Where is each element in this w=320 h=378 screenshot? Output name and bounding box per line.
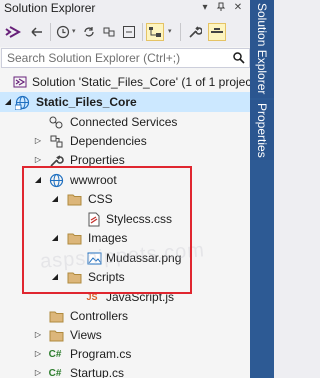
- vs-switch-views-icon[interactable]: [4, 23, 22, 41]
- show-all-files-icon[interactable]: [146, 23, 164, 41]
- expand-arrow-icon[interactable]: ◢: [3, 97, 13, 107]
- tree-row-startup-cs[interactable]: ▷ C# Startup.cs: [0, 363, 250, 378]
- back-arrow-icon[interactable]: [28, 23, 46, 41]
- folder-icon: [48, 308, 64, 324]
- tree-item-label: Properties: [70, 153, 125, 167]
- search-icon[interactable]: [233, 52, 245, 67]
- collapse-arrow-icon[interactable]: ▷: [33, 155, 43, 165]
- side-tab-strip: Solution Explorer Properties: [250, 0, 274, 378]
- wwwroot-highlight-box: [22, 166, 192, 294]
- toolbar: ▾ ▾: [0, 17, 250, 47]
- solution-tree: Solution 'Static_Files_Core' (1 of 1 pro…: [0, 70, 250, 378]
- csharp-file-icon: C#: [48, 348, 62, 360]
- connected-services-icon: [48, 114, 64, 130]
- collapse-arrow-icon[interactable]: ▷: [33, 349, 43, 359]
- properties-wrench-icon[interactable]: [186, 23, 204, 41]
- dependencies-icon: [48, 133, 64, 149]
- sync-icon[interactable]: [80, 23, 98, 41]
- toolbar-separator: [50, 23, 51, 41]
- tree-row-program-cs[interactable]: ▷ C# Program.cs: [0, 344, 250, 364]
- tree-row-project[interactable]: ◢ Static_Files_Core: [0, 92, 250, 112]
- tree-item-label: Controllers: [70, 309, 129, 323]
- filter-dropdown-icon[interactable]: ▾: [168, 27, 172, 35]
- panel-title: Solution Explorer: [4, 1, 96, 15]
- collapse-arrow-icon[interactable]: ▷: [33, 330, 43, 340]
- tree-item-label: Connected Services: [70, 115, 178, 129]
- close-icon[interactable]: ✕: [232, 2, 244, 14]
- tab-label: Properties: [255, 102, 269, 158]
- tab-solution-explorer[interactable]: Solution Explorer: [250, 0, 274, 98]
- csharp-file-icon: C#: [48, 367, 62, 378]
- history-icon[interactable]: [54, 23, 72, 41]
- toolbar-separator: [180, 23, 181, 41]
- history-dropdown-icon[interactable]: ▾: [72, 27, 76, 35]
- collapse-arrow-icon[interactable]: ▷: [33, 368, 43, 378]
- tree-item-label: Program.cs: [70, 347, 132, 361]
- toolbar-separator: [142, 23, 143, 41]
- project-label: Static_Files_Core: [36, 95, 137, 109]
- collapse-all-icon[interactable]: [120, 23, 138, 41]
- tree-item-label: Startup.cs: [70, 366, 125, 378]
- tree-row-solution[interactable]: Solution 'Static_Files_Core' (1 of 1 pro…: [0, 72, 250, 92]
- tree-row-dependencies[interactable]: ▷ Dependencies: [0, 131, 250, 151]
- auto-hide-pin-icon[interactable]: [215, 2, 227, 14]
- tab-label: Solution Explorer: [255, 3, 269, 95]
- refresh-icon[interactable]: [100, 23, 118, 41]
- tree-item-label: Views: [70, 328, 102, 342]
- web-project-globe-icon: [14, 94, 30, 110]
- window-position-dropdown-icon[interactable]: ▾: [199, 2, 211, 14]
- collapse-arrow-icon[interactable]: ▷: [33, 136, 43, 146]
- tree-item-label: Dependencies: [70, 134, 147, 148]
- title-bar: Solution Explorer ▾ ✕: [0, 0, 250, 17]
- vs-solution-icon: [12, 74, 28, 90]
- tree-row-controllers-folder[interactable]: Controllers: [0, 306, 250, 326]
- folder-icon: [48, 327, 64, 343]
- tree-row-views-folder[interactable]: ▷ Views: [0, 325, 250, 345]
- solution-label: Solution 'Static_Files_Core' (1 of 1 pro…: [32, 75, 250, 89]
- preview-selected-items-icon[interactable]: [208, 23, 226, 41]
- search-box[interactable]: [1, 48, 250, 68]
- solution-explorer-panel: Solution Explorer ▾ ✕ ▾ ▾ Search Solutio…: [0, 0, 250, 378]
- search-input[interactable]: [7, 51, 222, 65]
- tab-properties[interactable]: Properties: [250, 100, 274, 160]
- tree-row-connected-services[interactable]: Connected Services: [0, 112, 250, 132]
